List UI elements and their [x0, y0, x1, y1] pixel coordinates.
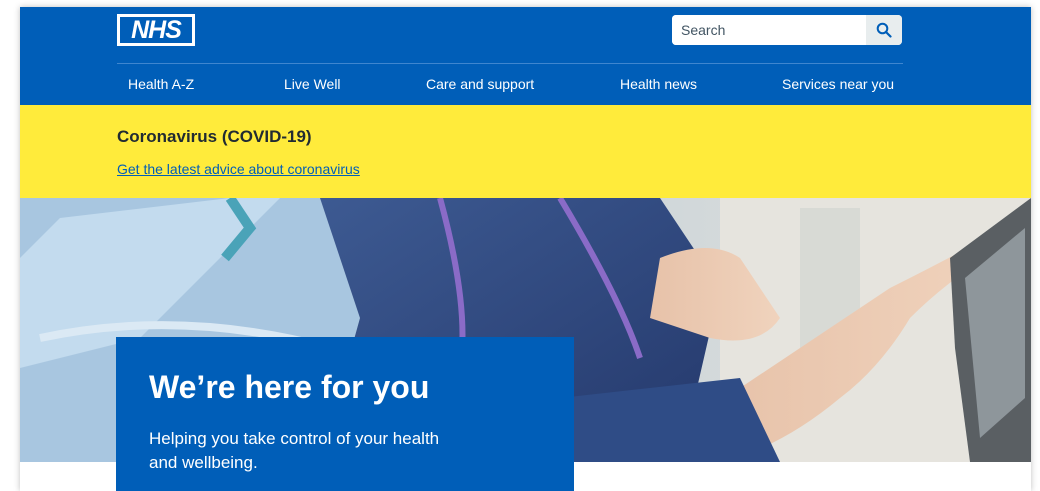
search-button[interactable]	[866, 15, 902, 45]
nav-health-news[interactable]: Health news	[620, 76, 697, 92]
nhs-logo-text: NHS	[120, 16, 192, 44]
main-nav: Health A-Z Live Well Care and support He…	[117, 64, 903, 105]
browser-page: NHS Health A-Z Live Well Care and suppor…	[20, 7, 1031, 491]
alert-title: Coronavirus (COVID-19)	[117, 127, 312, 146]
nhs-logo[interactable]: NHS	[117, 14, 195, 46]
covid-alert-banner: Coronavirus (COVID-19) Get the latest ad…	[20, 105, 1031, 198]
nav-health-a-z[interactable]: Health A-Z	[128, 76, 194, 92]
nav-care-and-support[interactable]: Care and support	[426, 76, 534, 92]
search-icon	[876, 22, 892, 38]
hero-title: We’re here for you	[149, 369, 430, 405]
search-box	[672, 15, 902, 45]
nav-services-near-you[interactable]: Services near you	[782, 76, 894, 92]
hero-subtitle: Helping you take control of your health …	[149, 429, 440, 472]
nav-live-well[interactable]: Live Well	[284, 76, 341, 92]
alert-link[interactable]: Get the latest advice about coronavirus	[117, 161, 360, 177]
search-input[interactable]	[672, 15, 866, 45]
site-header: NHS Health A-Z Live Well Care and suppor…	[20, 7, 1031, 105]
hero-card: We’re here for you Helping you take cont…	[116, 337, 574, 491]
